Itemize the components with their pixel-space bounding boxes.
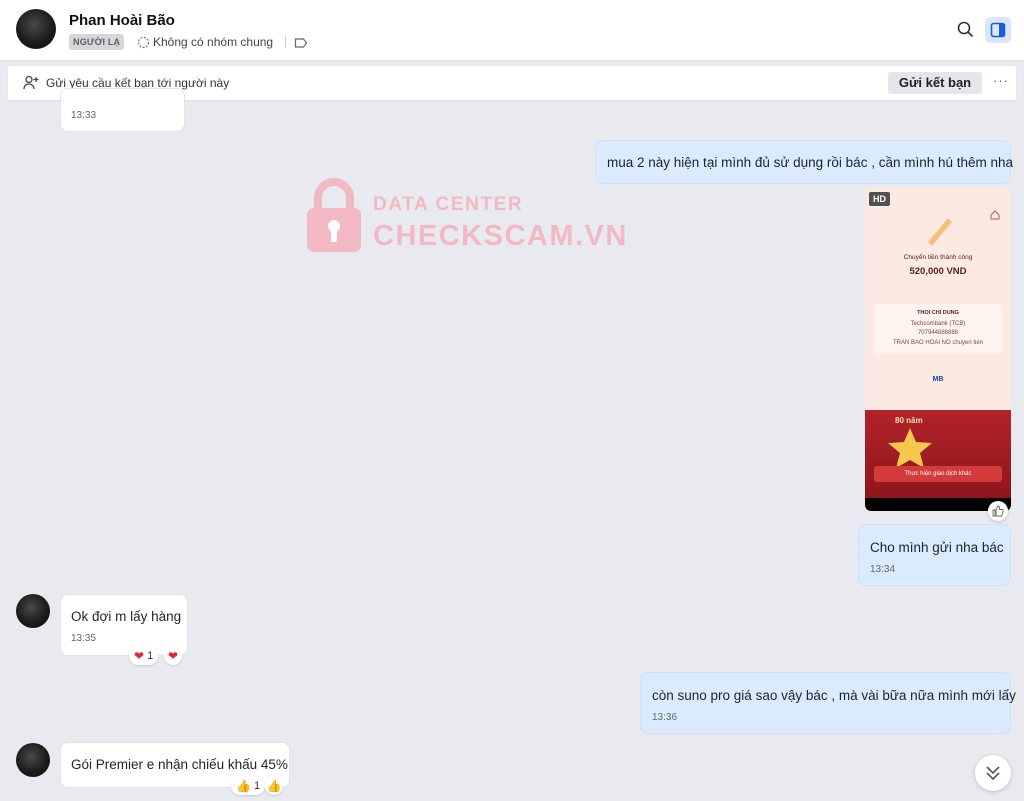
message-text: Cho mình gửi nha bác	[870, 540, 1004, 555]
mb-logo: MB	[932, 376, 944, 383]
thumbs-up-icon: 👍	[266, 779, 282, 793]
message-sent-1[interactable]: mua 2 này hiện tại mình đủ sử dụng rồi b…	[595, 140, 1014, 184]
promo-banner: 80 năm Thực hiện giao dịch khác	[865, 410, 1011, 498]
contact-name[interactable]: Phan Hoài Bão	[69, 12, 175, 29]
message-sent-2[interactable]: Cho mình gửi nha bác 13:34	[858, 524, 1011, 586]
contact-avatar[interactable]	[16, 9, 56, 49]
transfer-receipt-image[interactable]: HD Chuyển tiền thành công 520,000 VND TH…	[865, 188, 1011, 511]
chat-header: Phan Hoài Bão NGƯỜI LẠ Không có nhóm chu…	[0, 0, 1024, 61]
toggle-side-panel-button[interactable]	[985, 17, 1011, 43]
receipt-note: TRAN BAO HOAI NO chuyen tien	[892, 340, 984, 346]
sender-avatar[interactable]	[16, 743, 50, 777]
message-time: 13:34	[870, 564, 896, 575]
reaction-count: 1	[147, 650, 154, 662]
receipt-details: THOI CHI DUNG Techcombank (TCB) 70794488…	[874, 304, 1002, 354]
message-text: còn suno pro giá sao vậy bác , mà vài bữ…	[652, 688, 1016, 703]
star-icon	[888, 428, 932, 468]
promo-text: 80 năm	[895, 416, 923, 425]
message-received-1[interactable]: 13:33	[60, 88, 185, 132]
thumbs-up-icon	[992, 505, 1004, 517]
receipt-bank: Techcombank (TCB)	[910, 321, 966, 327]
message-time: 13:35	[71, 633, 97, 644]
receipt-amount: 520,000 VND	[909, 266, 967, 277]
message-text: Ok đợi m lấy hàng	[71, 609, 182, 624]
sidebar-icon	[990, 22, 1006, 38]
header-divider	[285, 36, 286, 48]
search-icon[interactable]	[957, 21, 974, 43]
like-reaction-button[interactable]: 👍	[265, 777, 283, 795]
thumbs-up-icon: 👍	[236, 779, 251, 793]
watermark-bottom: CHECKSCAM.VN	[373, 220, 628, 252]
lock-icon	[307, 178, 361, 252]
scroll-to-bottom-button[interactable]	[975, 755, 1011, 791]
receipt-account: 707944888888	[917, 330, 959, 336]
message-text: Gói Premier e nhận chiếu khấu 45%	[71, 757, 288, 772]
heart-reaction-button[interactable]: ❤	[164, 647, 182, 665]
watermark: DATA CENTER CHECKSCAM.VN	[305, 178, 645, 258]
common-groups-label: Không có nhóm chung	[153, 35, 274, 49]
tag-icon[interactable]	[294, 36, 308, 54]
hd-badge: HD	[869, 192, 890, 206]
stranger-badge: NGƯỜI LẠ	[69, 34, 125, 50]
receipt-recipient: THOI CHI DUNG	[917, 310, 959, 316]
message-time: 13:33	[71, 110, 97, 121]
sender-avatar[interactable]	[16, 594, 50, 628]
coin-icon	[928, 218, 952, 246]
add-friend-icon	[23, 75, 39, 95]
common-groups[interactable]: Không có nhóm chung	[137, 35, 273, 49]
more-options-button[interactable]: ···	[993, 73, 1009, 88]
watermark-top: DATA CENTER	[373, 194, 524, 215]
message-time: 13:36	[652, 712, 678, 723]
group-icon	[137, 36, 150, 48]
send-friend-request-button[interactable]: Gửi kết bạn	[888, 72, 982, 94]
message-text: mua 2 này hiện tại mình đủ sử dụng rồi b…	[607, 155, 1014, 170]
heart-icon: ❤	[134, 649, 145, 663]
home-icon	[990, 210, 1000, 220]
like-reaction-button[interactable]	[988, 501, 1008, 521]
receipt-title: Chuyển tiền thành công	[903, 254, 973, 261]
reaction-count: 1	[253, 780, 261, 792]
double-chevron-down-icon	[986, 766, 1000, 781]
message-sent-3[interactable]: còn suno pro giá sao vậy bác , mà vài bữ…	[640, 672, 1016, 734]
reaction-summary[interactable]: ❤ 1	[129, 647, 159, 665]
receipt-action-button: Thực hiện giao dịch khác	[874, 466, 1002, 482]
heart-icon: ❤	[167, 649, 179, 663]
reaction-summary[interactable]: 👍 1	[231, 777, 266, 795]
